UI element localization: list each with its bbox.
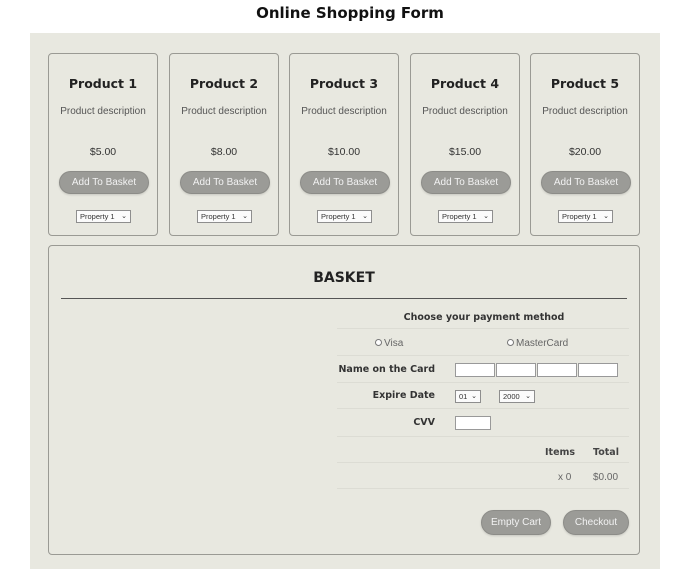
product-price: $10.00	[327, 146, 361, 158]
property-select-value: Property 1	[80, 212, 115, 221]
items-count: x 0	[558, 472, 572, 483]
product-name: Product 3	[309, 76, 379, 91]
chevron-down-icon: ⌄	[603, 213, 609, 220]
add-to-basket-button[interactable]: Add To Basket	[300, 171, 390, 194]
product-price: $5.00	[89, 146, 117, 158]
property-select[interactable]: Property 1 ⌄	[438, 210, 493, 223]
property-select[interactable]: Property 1 ⌄	[197, 210, 252, 223]
expire-month-value: 01	[459, 392, 468, 401]
shopping-form: Product 1 Product description $5.00 Add …	[30, 33, 660, 569]
chevron-down-icon: ⌄	[483, 213, 489, 220]
chevron-down-icon: ⌄	[121, 213, 127, 220]
chevron-down-icon: ⌄	[471, 393, 477, 400]
chevron-down-icon: ⌄	[362, 213, 368, 220]
product-card-3: Product 3 Product description $10.00 Add…	[289, 53, 399, 236]
product-card-1: Product 1 Product description $5.00 Add …	[48, 53, 158, 236]
add-to-basket-button[interactable]: Add To Basket	[541, 171, 631, 194]
chevron-down-icon: ⌄	[525, 393, 531, 400]
product-card-5: Product 5 Product description $20.00 Add…	[530, 53, 640, 236]
total-amount: $0.00	[593, 472, 619, 483]
property-select[interactable]: Property 1 ⌄	[317, 210, 372, 223]
product-description: Product description	[422, 106, 508, 117]
expire-month-select[interactable]: 01 ⌄	[455, 390, 481, 403]
checkout-button[interactable]: Checkout	[563, 510, 629, 535]
property-select-value: Property 1	[442, 212, 477, 221]
page-title: Online Shopping Form	[256, 4, 444, 22]
product-name: Product 2	[189, 76, 259, 91]
product-name: Product 5	[550, 76, 620, 91]
row-separator	[337, 328, 629, 329]
add-to-basket-button[interactable]: Add To Basket	[421, 171, 511, 194]
radio-icon	[375, 339, 382, 346]
visa-label: Visa	[384, 338, 404, 349]
product-card-2: Product 2 Product description $8.00 Add …	[169, 53, 279, 236]
visa-radio[interactable]: Visa	[375, 338, 403, 349]
property-select[interactable]: Property 1 ⌄	[558, 210, 613, 223]
product-name: Product 1	[68, 76, 138, 91]
row-separator	[337, 382, 629, 383]
card-number-field-1[interactable]	[455, 363, 495, 377]
chevron-down-icon: ⌄	[242, 213, 248, 220]
product-description: Product description	[181, 106, 267, 117]
product-card-4: Product 4 Product description $15.00 Add…	[410, 53, 520, 236]
product-description: Product description	[301, 106, 387, 117]
product-description: Product description	[542, 106, 628, 117]
product-price: $20.00	[568, 146, 602, 158]
product-price: $8.00	[210, 146, 238, 158]
product-price: $15.00	[448, 146, 482, 158]
basket-title: BASKET	[313, 270, 375, 286]
property-select-value: Property 1	[321, 212, 356, 221]
expire-date-label: Expire Date	[372, 390, 435, 401]
property-select[interactable]: Property 1 ⌄	[76, 210, 131, 223]
mastercard-label: MasterCard	[516, 338, 569, 349]
total-header: Total	[593, 447, 619, 458]
radio-icon	[507, 339, 514, 346]
add-to-basket-button[interactable]: Add To Basket	[59, 171, 149, 194]
cvv-field[interactable]	[455, 416, 491, 430]
add-to-basket-button[interactable]: Add To Basket	[180, 171, 270, 194]
basket-divider	[61, 298, 627, 299]
row-separator	[337, 462, 629, 463]
property-select-value: Property 1	[201, 212, 236, 221]
row-separator	[337, 408, 629, 409]
items-header: Items	[545, 447, 576, 458]
payment-method-title: Choose your payment method	[403, 312, 565, 323]
property-select-value: Property 1	[562, 212, 597, 221]
product-description: Product description	[60, 106, 146, 117]
card-number-field-2[interactable]	[496, 363, 536, 377]
cvv-label: CVV	[413, 417, 435, 428]
mastercard-radio[interactable]: MasterCard	[507, 338, 568, 349]
product-name: Product 4	[430, 76, 500, 91]
basket-panel: BASKET Choose your payment method Visa M…	[48, 245, 640, 555]
row-separator	[337, 488, 629, 489]
empty-cart-button[interactable]: Empty Cart	[481, 510, 551, 535]
card-name-label: Name on the Card	[338, 364, 435, 375]
row-separator	[337, 355, 629, 356]
card-number-field-4[interactable]	[578, 363, 618, 377]
card-number-field-3[interactable]	[537, 363, 577, 377]
row-separator	[337, 436, 629, 437]
expire-year-value: 2000	[503, 392, 520, 401]
expire-year-select[interactable]: 2000 ⌄	[499, 390, 535, 403]
